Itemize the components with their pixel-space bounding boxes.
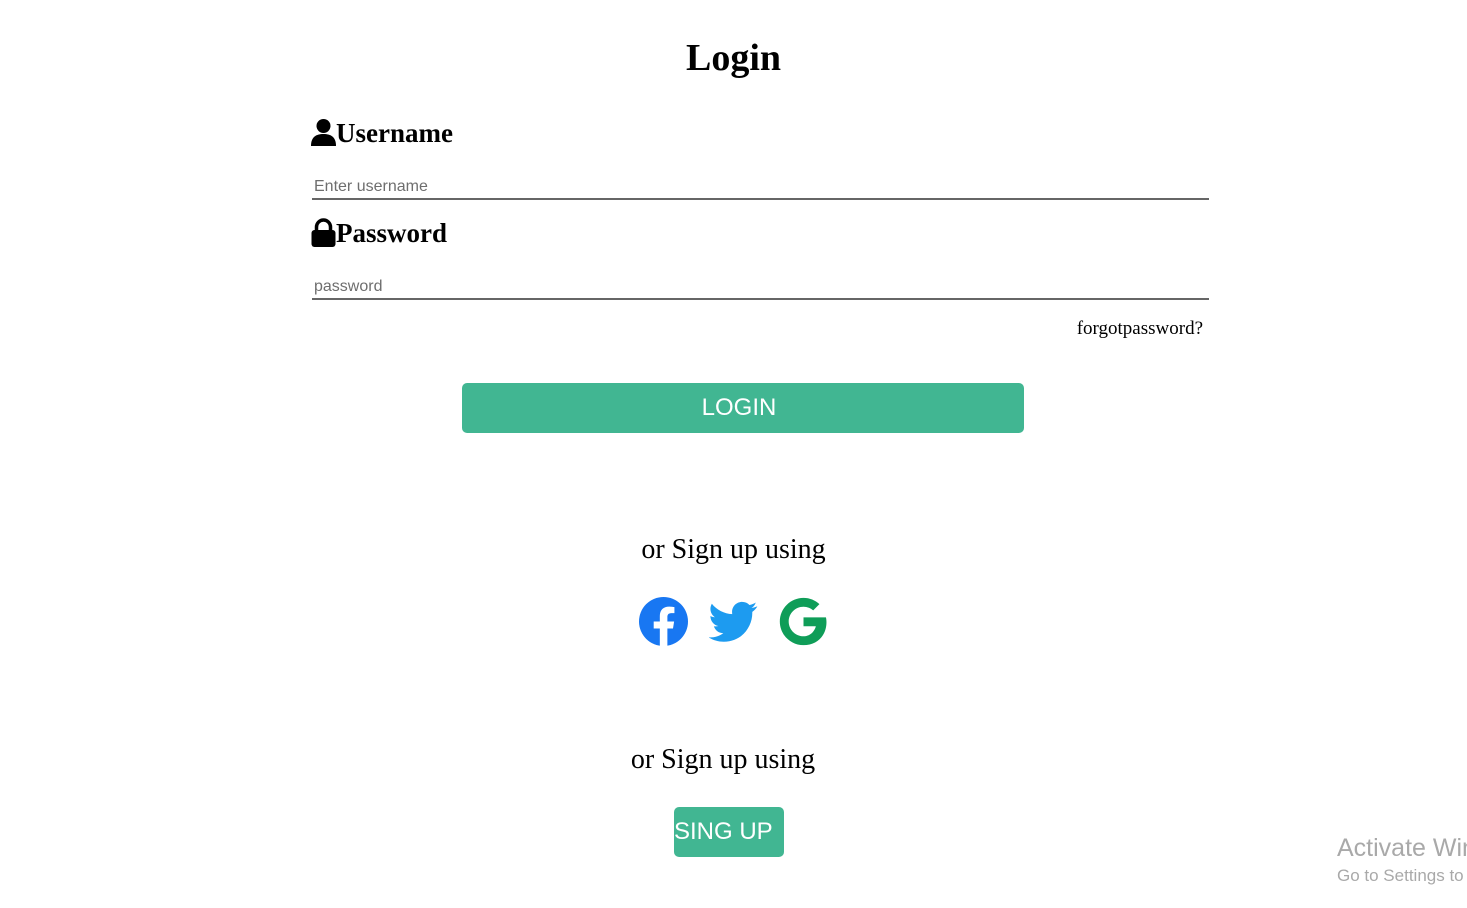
signup-button[interactable]: SING UP (674, 807, 784, 857)
login-page: Login Username Password forgotpassword? … (0, 0, 1467, 908)
watermark-title: Activate Windows (1337, 834, 1467, 862)
forgot-password-link[interactable]: forgotpassword? (1077, 317, 1203, 341)
activate-windows-watermark: Activate Windows Go to Settings to activ… (1337, 832, 1467, 888)
social-icons (639, 597, 828, 647)
password-input[interactable] (312, 276, 1209, 300)
user-icon (311, 118, 336, 148)
password-label-text: Password (336, 218, 448, 248)
twitter-icon[interactable] (708, 597, 758, 646)
lock-icon (311, 218, 336, 248)
facebook-icon[interactable] (639, 597, 688, 647)
username-label-text: Username (336, 118, 453, 148)
social-signup-heading: or Sign up using (641, 534, 826, 565)
page-title: Login (685, 37, 782, 79)
login-button[interactable]: LOGIN (462, 383, 1024, 433)
password-label: Password (311, 216, 447, 250)
username-input[interactable] (312, 176, 1209, 200)
signup-heading: or Sign up using (630, 744, 816, 775)
google-icon[interactable] (779, 597, 828, 646)
watermark-subtitle: Go to Settings to activate Windows. (1337, 866, 1467, 885)
username-label: Username (311, 116, 453, 150)
